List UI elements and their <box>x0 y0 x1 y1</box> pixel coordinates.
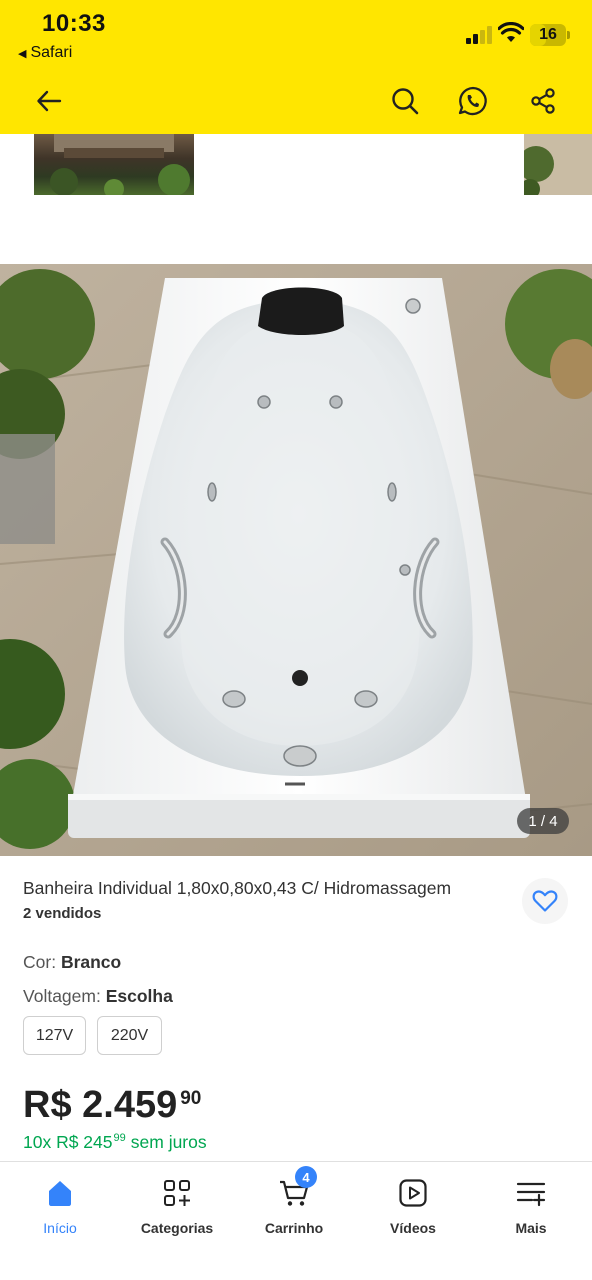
more-icon <box>514 1176 548 1210</box>
whatsapp-icon[interactable] <box>456 84 490 118</box>
wifi-icon <box>498 22 524 42</box>
product-title: Banheira Individual 1,80x0,80x0,43 C/ Hi… <box>23 878 452 898</box>
color-label: Cor: <box>23 952 57 972</box>
price-main: R$ 2.459 <box>23 1084 178 1126</box>
product-image[interactable] <box>0 264 592 856</box>
gallery-thumbnail[interactable] <box>524 134 592 195</box>
nav-home[interactable]: Início <box>10 1176 110 1236</box>
bottom-navigation: Início Categorias 4 Carrinho Vídeos Mais <box>0 1161 592 1280</box>
cart-badge: 4 <box>295 1166 317 1188</box>
nav-more-label: Mais <box>515 1220 547 1236</box>
cart-icon: 4 <box>277 1166 317 1210</box>
favorite-button[interactable] <box>522 878 568 924</box>
share-icon[interactable] <box>526 84 560 118</box>
home-icon <box>43 1176 77 1210</box>
nav-cart-label: Carrinho <box>264 1220 324 1236</box>
gallery-thumbnail[interactable] <box>34 134 194 195</box>
back-app-label: Safari <box>30 44 73 61</box>
status-time: 10:33 <box>42 10 106 37</box>
color-attribute: Cor: Branco <box>23 952 121 973</box>
voltage-option-220v[interactable]: 220V <box>97 1016 162 1055</box>
price-cents: 90 <box>180 1088 202 1109</box>
back-arrow-icon[interactable] <box>32 84 66 118</box>
product-price: R$ 2.459 90 <box>23 1084 201 1127</box>
color-value: Branco <box>60 952 122 972</box>
back-triangle-icon: ◀ <box>18 47 27 60</box>
voltage-value: Escolha <box>105 986 173 1006</box>
search-icon[interactable] <box>388 84 422 118</box>
nav-videos-label: Vídeos <box>390 1220 436 1236</box>
voltage-label: Voltagem: <box>23 986 101 1006</box>
battery-indicator: 16 <box>530 24 566 46</box>
top-bar: 10:33 ◀ Safari 16 <box>0 0 592 134</box>
nav-cart[interactable]: 4 Carrinho <box>244 1166 344 1236</box>
nav-more[interactable]: Mais <box>481 1176 581 1236</box>
sold-count: 2 vendidos <box>23 905 102 922</box>
installments: 10x R$ 245 99 sem juros <box>23 1132 207 1153</box>
video-icon <box>396 1176 430 1210</box>
voltage-attribute: Voltagem: Escolha <box>23 986 173 1007</box>
heart-icon <box>532 890 558 912</box>
nav-videos[interactable]: Vídeos <box>363 1176 463 1236</box>
installments-suffix: sem juros <box>130 1132 207 1152</box>
installments-prefix: 10x R$ 245 <box>23 1132 113 1152</box>
battery-tip <box>567 31 570 39</box>
categories-icon <box>160 1176 194 1210</box>
nav-categories-label: Categorias <box>140 1220 214 1236</box>
back-to-app-link[interactable]: ◀ Safari <box>18 44 72 62</box>
installments-cents: 99 <box>113 1132 126 1144</box>
nav-home-label: Início <box>43 1220 77 1236</box>
cellular-signal-icon <box>466 26 494 44</box>
nav-categories[interactable]: Categorias <box>127 1176 227 1236</box>
voltage-option-127v[interactable]: 127V <box>23 1016 86 1055</box>
gallery-counter: 1 / 4 <box>517 808 569 834</box>
